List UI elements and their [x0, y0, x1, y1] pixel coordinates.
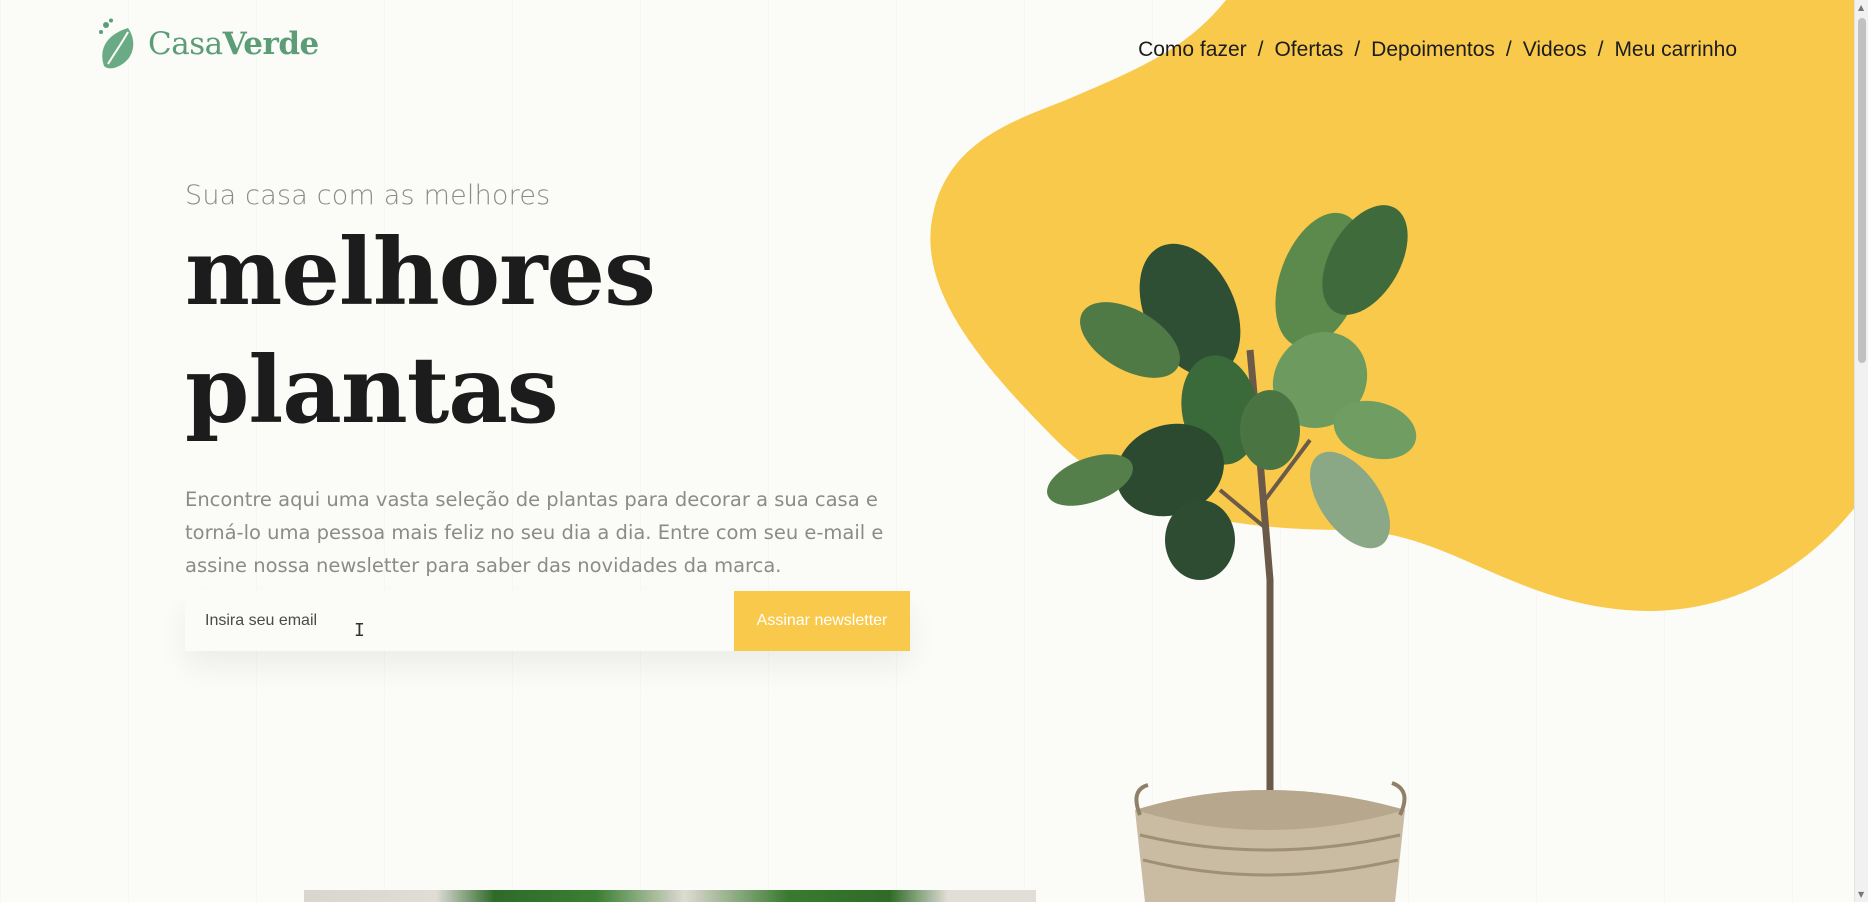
hero-headline-line1: melhores [185, 218, 656, 326]
nav-separator: / [1597, 38, 1604, 61]
logo[interactable]: CasaVerde [98, 18, 319, 70]
newsletter-form: Assinar newsletter [185, 591, 910, 651]
nav-item-ofertas[interactable]: Ofertas [1274, 38, 1343, 62]
nav-item-como-fazer[interactable]: Como fazer [1138, 38, 1247, 62]
hero-headline: melhores plantas [185, 213, 925, 449]
hero-subtitle: Sua casa com as melhores [185, 180, 551, 211]
plant-image [1047, 205, 1417, 902]
logo-text-light: Casa [148, 26, 223, 62]
page-scrollbar[interactable]: ▲ ▼ [1854, 0, 1868, 902]
email-input[interactable] [185, 591, 734, 651]
scroll-up-arrow-icon[interactable]: ▲ [1858, 3, 1864, 12]
product-image-preview [304, 890, 1036, 902]
main-nav: Como fazer / Ofertas / Depoimentos / Vid… [1138, 38, 1737, 62]
hero-section: Sua casa com as melhores melhores planta… [185, 180, 925, 582]
logo-text: CasaVerde [148, 26, 319, 62]
nav-separator: / [1505, 38, 1512, 61]
nav-item-videos[interactable]: Videos [1523, 38, 1587, 62]
text-cursor-icon: I [354, 620, 365, 641]
scrollbar-thumb[interactable] [1858, 18, 1866, 363]
logo-text-bold: Verde [222, 26, 320, 62]
subscribe-button[interactable]: Assinar newsletter [734, 591, 910, 651]
nav-item-depoimentos[interactable]: Depoimentos [1371, 38, 1495, 62]
hero-description: Encontre aqui uma vasta seleção de plant… [185, 488, 884, 577]
scroll-down-arrow-icon[interactable]: ▼ [1858, 890, 1864, 899]
nav-item-meu-carrinho[interactable]: Meu carrinho [1614, 38, 1737, 62]
site-header: CasaVerde Como fazer / Ofertas / Depoime… [0, 0, 1855, 110]
leaf-logo-icon [99, 18, 134, 69]
nav-separator: / [1354, 38, 1361, 61]
hero-headline-line2: plantas [185, 336, 559, 444]
nav-separator: / [1257, 38, 1264, 61]
